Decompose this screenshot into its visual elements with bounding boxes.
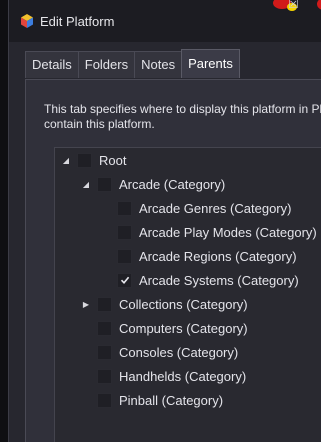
tree-node-computers[interactable]: Computers (Category) bbox=[97, 316, 248, 340]
parents-tree[interactable]: ◢ Root ◢ Arcade (Category) Arcade Genres… bbox=[54, 147, 321, 442]
tree-node-handhelds[interactable]: Handhelds (Category) bbox=[97, 364, 246, 388]
tree-node-label: Arcade Systems (Category) bbox=[139, 272, 299, 288]
checkbox-arcade-systems[interactable] bbox=[117, 272, 132, 288]
checkbox-pinball[interactable] bbox=[97, 392, 112, 408]
tree-node-label: Pinball (Category) bbox=[119, 392, 224, 408]
tree-node-arcade-regions[interactable]: Arcade Regions (Category) bbox=[117, 244, 297, 268]
triangle-down-icon[interactable]: ◢ bbox=[81, 179, 91, 189]
title-bar[interactable]: Edit Platform ☒ bbox=[9, 0, 321, 42]
edit-platform-window: Edit Platform ☒ Details Folders Notes Pa… bbox=[8, 0, 321, 442]
tree-node-arcade[interactable]: ◢ Arcade (Category) bbox=[81, 172, 225, 196]
tab-notes[interactable]: Notes bbox=[134, 51, 183, 78]
triangle-right-icon[interactable]: ▶ bbox=[81, 299, 91, 309]
tree-node-consoles[interactable]: Consoles (Category) bbox=[97, 340, 238, 364]
tree-node-label: Consoles (Category) bbox=[119, 344, 239, 360]
tree-node-label: Arcade Play Modes (Category) bbox=[139, 224, 317, 240]
triangle-down-icon[interactable]: ◢ bbox=[61, 155, 71, 165]
description-line-1: This tab specifies where to display this… bbox=[44, 102, 321, 116]
tab-parents[interactable]: Parents bbox=[181, 49, 240, 78]
tree-node-root[interactable]: ◢ Root bbox=[61, 148, 126, 172]
tree-node-label: Arcade Genres (Category) bbox=[139, 200, 292, 216]
tree-node-label: Computers (Category) bbox=[119, 320, 248, 336]
tree-node-label: Root bbox=[99, 152, 127, 168]
checkbox-arcade-play-modes[interactable] bbox=[117, 224, 132, 240]
tab-details[interactable]: Details bbox=[25, 51, 79, 78]
tree-node-pinball[interactable]: Pinball (Category) bbox=[97, 388, 223, 412]
checkbox-arcade-regions[interactable] bbox=[117, 248, 132, 264]
checkbox-root[interactable] bbox=[77, 152, 92, 168]
parents-tab-panel: This tab specifies where to display this… bbox=[25, 79, 321, 442]
checkbox-arcade[interactable] bbox=[97, 176, 112, 192]
checkmark-icon bbox=[120, 276, 129, 285]
tree-node-label: Collections (Category) bbox=[119, 296, 248, 312]
tab-folders[interactable]: Folders bbox=[77, 51, 136, 78]
checkbox-arcade-genres[interactable] bbox=[117, 200, 132, 216]
tree-node-arcade-play-modes[interactable]: Arcade Play Modes (Category) bbox=[117, 220, 317, 244]
close-icon[interactable]: ☒ bbox=[288, 0, 299, 11]
tree-node-collections[interactable]: ▶ Collections (Category) bbox=[81, 292, 248, 316]
checkbox-computers[interactable] bbox=[97, 320, 112, 336]
description-line-2: contain this platform. bbox=[44, 117, 155, 131]
tree-node-label: Arcade Regions (Category) bbox=[139, 248, 297, 264]
tree-node-label: Handhelds (Category) bbox=[119, 368, 247, 384]
tree-node-arcade-systems[interactable]: Arcade Systems (Category) bbox=[117, 268, 299, 292]
checkbox-consoles[interactable] bbox=[97, 344, 112, 360]
tree-node-arcade-genres[interactable]: Arcade Genres (Category) bbox=[117, 196, 291, 220]
parents-description: This tab specifies where to display this… bbox=[44, 102, 321, 132]
checkbox-collections[interactable] bbox=[97, 296, 112, 312]
tab-strip: Details Folders Notes Parents bbox=[25, 49, 240, 79]
launchbox-cube-icon bbox=[21, 14, 33, 28]
window-title: Edit Platform bbox=[40, 14, 115, 29]
checkbox-handhelds[interactable] bbox=[97, 368, 112, 384]
tree-node-label: Arcade (Category) bbox=[119, 176, 226, 192]
